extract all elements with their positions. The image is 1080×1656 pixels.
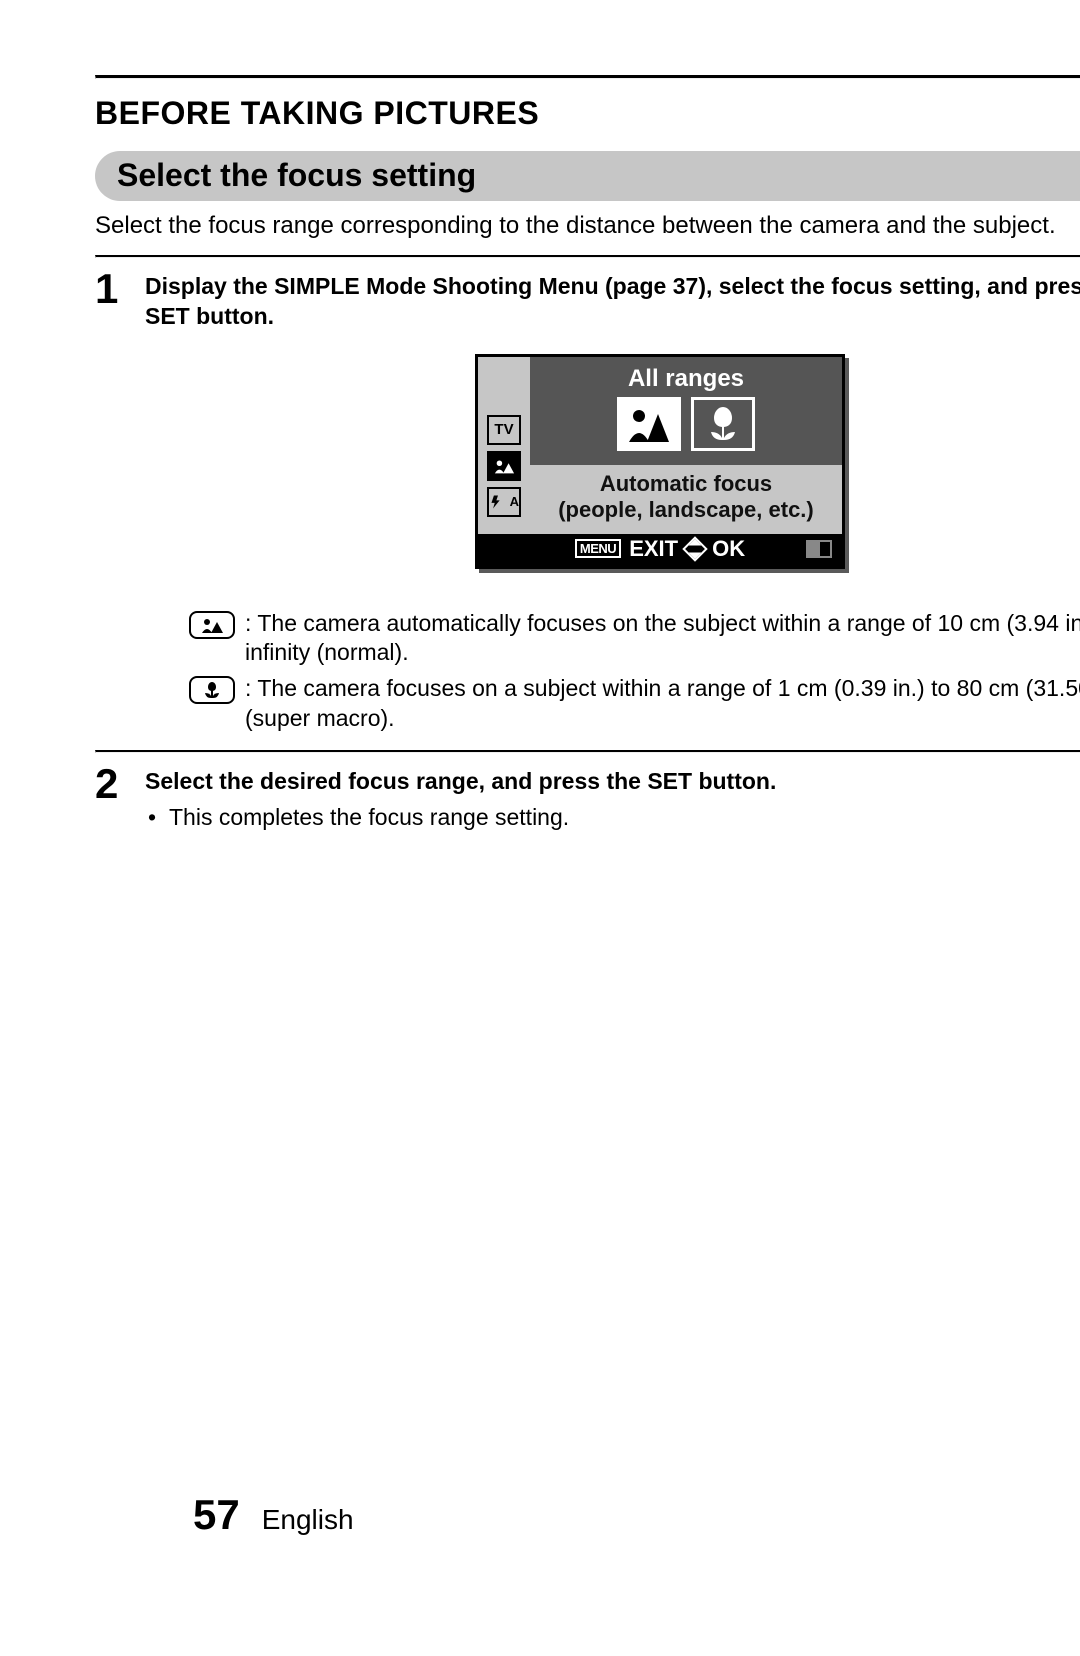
screen-desc: Automatic focus (people, landscape, etc.… — [530, 465, 842, 534]
tv-label: TV — [494, 422, 513, 437]
step-number: 2 — [95, 767, 127, 833]
step-2-lead: Select the desired focus range, and pres… — [145, 767, 1080, 797]
flash-a-label: A — [510, 495, 519, 508]
dpad-icon — [682, 536, 707, 561]
page-title: BEFORE TAKING PICTURES — [95, 97, 1080, 129]
flash-a-icon: A — [487, 487, 521, 517]
def-normal-text: : The camera automatically focuses on th… — [245, 609, 1080, 669]
step-1: 1 Display the SIMPLE Mode Shooting Menu … — [95, 258, 1080, 750]
definitions: : The camera automatically focuses on th… — [189, 609, 1080, 735]
step-1-lead: Display the SIMPLE Mode Shooting Menu (p… — [145, 272, 1080, 332]
screen-wrap: TV A All ranges — [145, 354, 1080, 569]
section-subhead: Select the focus setting — [95, 151, 1080, 201]
language-label: English — [262, 1506, 354, 1534]
step-2-bullet: • This completes the focus range setting… — [145, 803, 1080, 833]
def-normal: : The camera automatically focuses on th… — [189, 609, 1080, 669]
exit-label: EXIT — [629, 538, 678, 560]
page-indicator-icon — [806, 540, 832, 558]
desc-line-2: (people, landscape, etc.) — [536, 497, 836, 523]
def-macro-text: : The camera focuses on a subject within… — [245, 674, 1080, 734]
screen-main: All ranges — [530, 357, 842, 534]
people-mountain-icon — [189, 611, 235, 639]
icon-row — [530, 397, 842, 455]
bullet-text: This completes the focus range setting. — [169, 803, 569, 833]
tv-icon: TV — [487, 415, 521, 445]
step-number: 1 — [95, 272, 127, 750]
page-footer: 57 English — [193, 1494, 354, 1536]
camera-screen: TV A All ranges — [475, 354, 845, 569]
tulip-icon — [691, 397, 755, 451]
screen-top: TV A All ranges — [478, 357, 842, 534]
step-body: Display the SIMPLE Mode Shooting Menu (p… — [145, 272, 1080, 750]
desc-line-1: Automatic focus — [536, 471, 836, 497]
people-mountain-icon — [617, 397, 681, 451]
top-rule — [95, 75, 1080, 79]
tulip-icon — [189, 676, 235, 704]
intro-text: Select the focus range corresponding to … — [95, 211, 1080, 241]
screen-dark-band: All ranges — [530, 357, 842, 465]
bullet-dot: • — [145, 803, 159, 833]
side-column: TV A — [478, 357, 530, 534]
page-number: 57 — [193, 1494, 240, 1536]
step-body: Select the desired focus range, and pres… — [145, 767, 1080, 833]
screen-title: All ranges — [530, 357, 842, 397]
step-2: 2 Select the desired focus range, and pr… — [95, 753, 1080, 833]
people-mountain-icon — [487, 451, 521, 481]
menu-icon: MENU — [575, 539, 621, 558]
page: BEFORE TAKING PICTURES Select the focus … — [95, 75, 1080, 1596]
ok-label: OK — [712, 538, 745, 560]
def-macro: : The camera focuses on a subject within… — [189, 674, 1080, 734]
screen-footer: MENU EXIT OK — [478, 534, 842, 566]
